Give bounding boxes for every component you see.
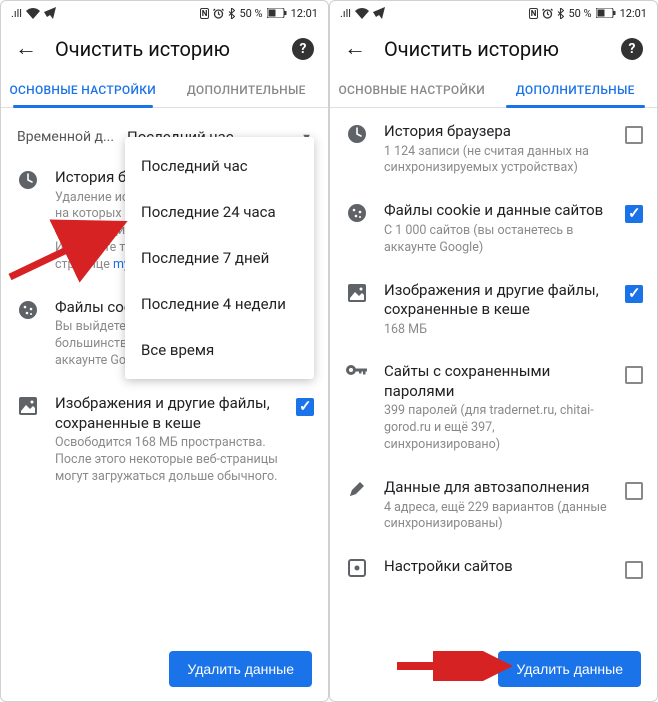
pencil-icon [344, 478, 370, 498]
dropdown-option[interactable]: Последние 24 часа [125, 189, 314, 235]
item-title: Данные для автозаполнения [384, 478, 611, 498]
clock: 12:01 [291, 7, 318, 20]
alarm-icon [213, 8, 224, 19]
delete-button[interactable]: Удалить данные [498, 651, 641, 687]
dropdown-option[interactable]: Все время [125, 327, 314, 373]
tabs: ОСНОВНЫЕ НАСТРОЙКИ ДОПОЛНИТЕЛЬНЫЕ [1, 71, 328, 108]
history-icon [344, 122, 370, 144]
list-item-images[interactable]: Изображения и другие файлы, сохраненные … [1, 382, 328, 498]
checkbox[interactable] [625, 205, 643, 223]
checkbox[interactable] [625, 285, 643, 303]
status-bar: .ıll N 50 % 12:01 [1, 1, 328, 25]
cookie-icon [15, 298, 41, 320]
list-item-autofill[interactable]: Данные для автозаполнения 4 адреса, ещё … [330, 466, 657, 545]
tab-basic[interactable]: ОСНОВНЫЕ НАСТРОЙКИ [330, 71, 494, 107]
content: История браузера 1 124 записи (не считая… [330, 108, 657, 701]
signal-icon: .ıll [340, 7, 351, 20]
back-icon[interactable]: ← [15, 38, 37, 60]
tab-advanced[interactable]: ДОПОЛНИТЕЛЬНЫЕ [494, 71, 658, 107]
status-right: N 50 % 12:01 [200, 7, 318, 20]
time-range-label: Временной д... [17, 129, 127, 145]
item-title: Файлы cookie и данные сайтов [384, 201, 611, 221]
help-icon[interactable]: ? [621, 38, 643, 60]
checkbox[interactable] [296, 398, 314, 416]
status-left: .ıll [11, 7, 56, 20]
tab-basic[interactable]: ОСНОВНЫЕ НАСТРОЙКИ [1, 71, 165, 107]
header: ← Очистить историю ? [1, 25, 328, 71]
page-title: Очистить историю [384, 37, 603, 61]
status-bar: .ıll N 50 % 12:01 [330, 1, 657, 25]
clock: 12:01 [620, 7, 647, 20]
item-sub: С 1 000 сайтов (вы останетесь в аккаунте… [384, 223, 611, 257]
bluetooth-icon [228, 8, 235, 19]
status-right: N 50 % 12:01 [529, 7, 647, 20]
item-title: Изображения и другие файлы, сохраненные … [55, 394, 282, 433]
dropdown-option[interactable]: Последний час [125, 143, 314, 189]
list-item-history[interactable]: История браузера 1 124 записи (не считая… [330, 110, 657, 189]
battery-percent: 50 % [568, 7, 591, 20]
history-icon [15, 168, 41, 190]
item-title: История браузера [384, 122, 611, 142]
list-item-site-settings[interactable]: Настройки сайтов [330, 545, 657, 583]
image-icon [15, 394, 41, 416]
delete-button[interactable]: Удалить данные [169, 651, 312, 687]
phone-right: .ıll N 50 % 12:01 ← Очистить историю [329, 0, 658, 702]
checkbox[interactable] [625, 561, 643, 579]
phone-left: .ıll N 50 % 12:01 ← Очистить историю [0, 0, 329, 702]
item-sub: Освободится 168 МБ пространства. После э… [55, 435, 282, 486]
item-title: Настройки сайтов [384, 557, 611, 577]
time-range-dropdown: Последний час Последние 24 часа Последни… [125, 137, 314, 379]
wifi-icon [355, 8, 369, 19]
wifi-icon [26, 8, 40, 19]
item-title: Изображения и другие файлы, сохраненные … [384, 281, 611, 320]
telegram-icon [44, 7, 56, 19]
nfc-icon: N [529, 8, 539, 19]
checkbox[interactable] [625, 366, 643, 384]
telegram-icon [373, 7, 385, 19]
dropdown-option[interactable]: Последние 4 недели [125, 281, 314, 327]
battery-icon [596, 8, 616, 18]
annotation-arrow-icon [392, 651, 512, 681]
list-item-passwords[interactable]: Сайты с сохраненными паролями 399 пароле… [330, 350, 657, 466]
dropdown-option[interactable]: Последние 7 дней [125, 235, 314, 281]
header: ← Очистить историю ? [330, 25, 657, 71]
item-sub: 1 124 записи (не считая данных на синхро… [384, 144, 611, 178]
list-item-images[interactable]: Изображения и другие файлы, сохраненные … [330, 269, 657, 351]
key-icon [344, 362, 370, 376]
checkbox[interactable] [625, 482, 643, 500]
item-sub: 4 адреса, ещё 229 вариантов (данные синх… [384, 500, 611, 534]
signal-icon: .ıll [11, 7, 22, 20]
alarm-icon [542, 8, 553, 19]
tab-advanced[interactable]: ДОПОЛНИТЕЛЬНЫЕ [165, 71, 329, 107]
list-item-cookies[interactable]: Файлы cookie и данные сайтов С 1 000 сай… [330, 189, 657, 268]
item-sub: 399 паролей (для tradernet.ru, chitai-go… [384, 403, 611, 454]
settings-icon [344, 557, 370, 577]
checkbox[interactable] [625, 126, 643, 144]
help-icon[interactable]: ? [292, 38, 314, 60]
item-sub: 168 МБ [384, 322, 611, 339]
bluetooth-icon [557, 8, 564, 19]
status-left: .ıll [340, 7, 385, 20]
battery-icon [267, 8, 287, 18]
back-icon[interactable]: ← [344, 38, 366, 60]
item-title: Сайты с сохраненными паролями [384, 362, 611, 401]
battery-percent: 50 % [239, 7, 262, 20]
annotation-arrow-icon [5, 217, 135, 287]
page-title: Очистить историю [55, 37, 274, 61]
tabs: ОСНОВНЫЕ НАСТРОЙКИ ДОПОЛНИТЕЛЬНЫЕ [330, 71, 657, 108]
cookie-icon [344, 201, 370, 223]
image-icon [344, 281, 370, 303]
nfc-icon: N [200, 8, 210, 19]
